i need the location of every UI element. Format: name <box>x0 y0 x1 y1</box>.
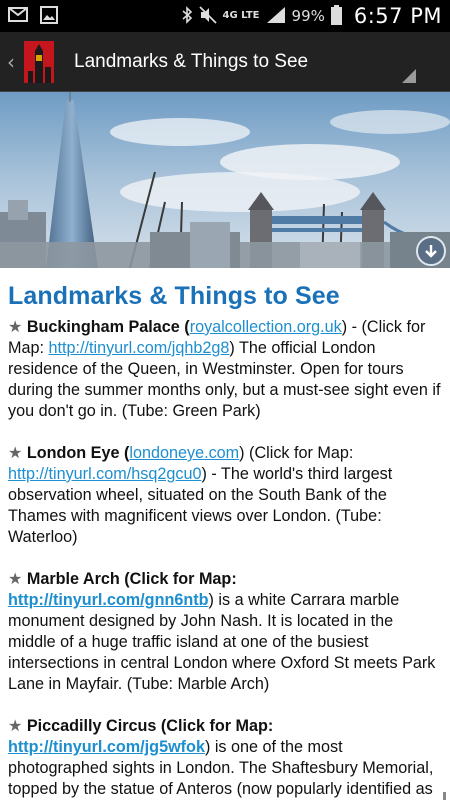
star-icon: ★ <box>8 571 23 588</box>
app-logo[interactable] <box>24 40 54 83</box>
star-icon: ★ <box>8 718 23 735</box>
signal-icon <box>266 6 286 27</box>
mute-icon <box>198 5 217 27</box>
map-link[interactable]: http://tinyurl.com/jg5wfok <box>8 738 205 756</box>
landmark-name: Piccadilly Circus (Click for Map: <box>26 717 274 735</box>
clock: 6:57 PM <box>353 4 442 28</box>
hero-image-london-skyline <box>0 92 450 268</box>
landmark-name: London Eye <box>26 444 120 462</box>
overflow-menu-icon[interactable] <box>402 69 416 83</box>
landmark-entry: ★ Piccadilly Circus (Click for Map: http… <box>8 716 442 800</box>
map-link[interactable]: http://tinyurl.com/jqhb2g8 <box>49 339 230 357</box>
bluetooth-icon <box>181 5 193 27</box>
battery-percent: 99% <box>291 7 325 25</box>
landmark-name: Buckingham Palace <box>26 318 180 336</box>
map-link[interactable]: http://tinyurl.com/hsq2gcu0 <box>8 465 201 483</box>
article-content: Landmarks & Things to See ★ Buckingham P… <box>0 268 450 800</box>
map-link[interactable]: http://tinyurl.com/gnn6ntb <box>8 591 209 609</box>
back-chevron-icon[interactable]: ‹ <box>2 50 20 74</box>
star-icon: ★ <box>8 445 23 462</box>
image-icon <box>40 5 58 27</box>
landmark-entry: ★ London Eye (londoneye.com) (Click for … <box>8 444 393 546</box>
site-link[interactable]: londoneye.com <box>129 444 239 462</box>
landmark-entry: ★ Buckingham Palace (royalcollection.org… <box>8 318 441 420</box>
page-title: Landmarks & Things to See <box>8 282 340 310</box>
landmark-name: Marble Arch (Click for Map: <box>26 570 237 588</box>
action-bar: ‹ Landmarks & Things to See <box>0 32 450 92</box>
network-4g-icon: 4G LTE <box>222 10 260 21</box>
site-link[interactable]: royalcollection.org.uk <box>190 318 342 336</box>
download-icon[interactable] <box>416 236 446 266</box>
scrollbar[interactable] <box>443 792 446 800</box>
action-bar-title: Landmarks & Things to See <box>74 50 309 72</box>
landmark-entry: ★ Marble Arch (Click for Map: http://tin… <box>8 569 442 695</box>
mail-icon <box>8 7 28 25</box>
star-icon: ★ <box>8 319 23 336</box>
status-bar: 4G LTE 99% 6:57 PM <box>0 0 450 32</box>
battery-icon <box>330 4 342 28</box>
